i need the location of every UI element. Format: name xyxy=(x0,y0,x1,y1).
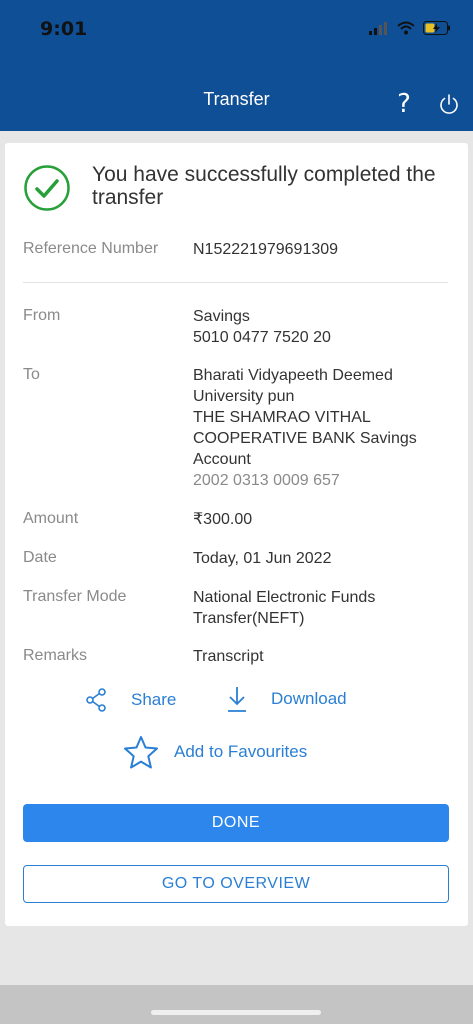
go-to-overview-button[interactable]: GO TO OVERVIEW xyxy=(23,865,449,903)
download-label: Download xyxy=(271,689,347,708)
wifi-icon xyxy=(397,21,415,35)
share-label: Share xyxy=(131,690,177,709)
home-indicator[interactable] xyxy=(151,1010,321,1015)
reference-value: N152221979691309 xyxy=(193,241,339,258)
transfer-mode-line: National Electronic Funds xyxy=(193,589,376,606)
battery-icon xyxy=(423,21,450,35)
from-label: From xyxy=(23,307,61,324)
check-circle-icon xyxy=(24,165,70,211)
date-label: Date xyxy=(23,549,57,566)
transfer-mode-line: Transfer(NEFT) xyxy=(193,610,305,627)
to-line: Bharati Vidyapeeth Deemed xyxy=(193,367,393,384)
favourites-label: Add to Favourites xyxy=(174,742,308,761)
help-button[interactable]: ? xyxy=(392,88,416,120)
date-value: Today, 01 Jun 2022 xyxy=(193,550,332,567)
from-account-type: Savings xyxy=(193,308,250,325)
from-value: Savings 5010 0477 7520 20 xyxy=(193,306,443,348)
to-account-number: 2002 0313 0009 657 xyxy=(193,472,340,489)
amount-value: ₹300.00 xyxy=(193,511,253,528)
star-icon xyxy=(124,736,158,769)
to-line: University pun xyxy=(193,388,295,405)
signal-icon xyxy=(369,22,387,35)
divider xyxy=(23,282,448,283)
to-label: To xyxy=(23,366,40,383)
amount-label: Amount xyxy=(23,510,79,527)
to-line: COOPERATIVE BANK Savings xyxy=(193,430,417,447)
remarks-value: Transcript xyxy=(193,648,264,665)
reference-label: Reference Number xyxy=(23,240,159,257)
download-icon xyxy=(228,687,246,712)
power-icon[interactable] xyxy=(437,92,461,116)
status-time: 9:01 xyxy=(40,18,88,40)
download-button[interactable]: Download xyxy=(225,685,347,713)
to-line: THE SHAMRAO VITHAL xyxy=(193,409,371,426)
from-account-number: 5010 0477 7520 20 xyxy=(193,329,331,346)
status-icons xyxy=(369,18,451,38)
done-button[interactable]: DONE xyxy=(23,804,449,842)
share-icon xyxy=(86,688,106,712)
add-to-favourites-button[interactable]: Add to Favourites xyxy=(123,735,307,769)
success-message: You have successfully completed the tran… xyxy=(92,163,436,209)
bottom-bar xyxy=(0,985,473,1024)
app-header: 9:01 Transfer ? xyxy=(0,0,473,131)
confirmation-card: You have successfully completed the tran… xyxy=(5,143,468,926)
to-value: Bharati Vidyapeeth Deemed University pun… xyxy=(193,365,443,491)
transfer-mode-label: Transfer Mode xyxy=(23,588,127,605)
to-line: Account xyxy=(193,451,251,468)
transfer-mode-value: National Electronic Funds Transfer(NEFT) xyxy=(193,587,443,629)
remarks-label: Remarks xyxy=(23,647,88,664)
share-button[interactable]: Share xyxy=(85,688,176,712)
